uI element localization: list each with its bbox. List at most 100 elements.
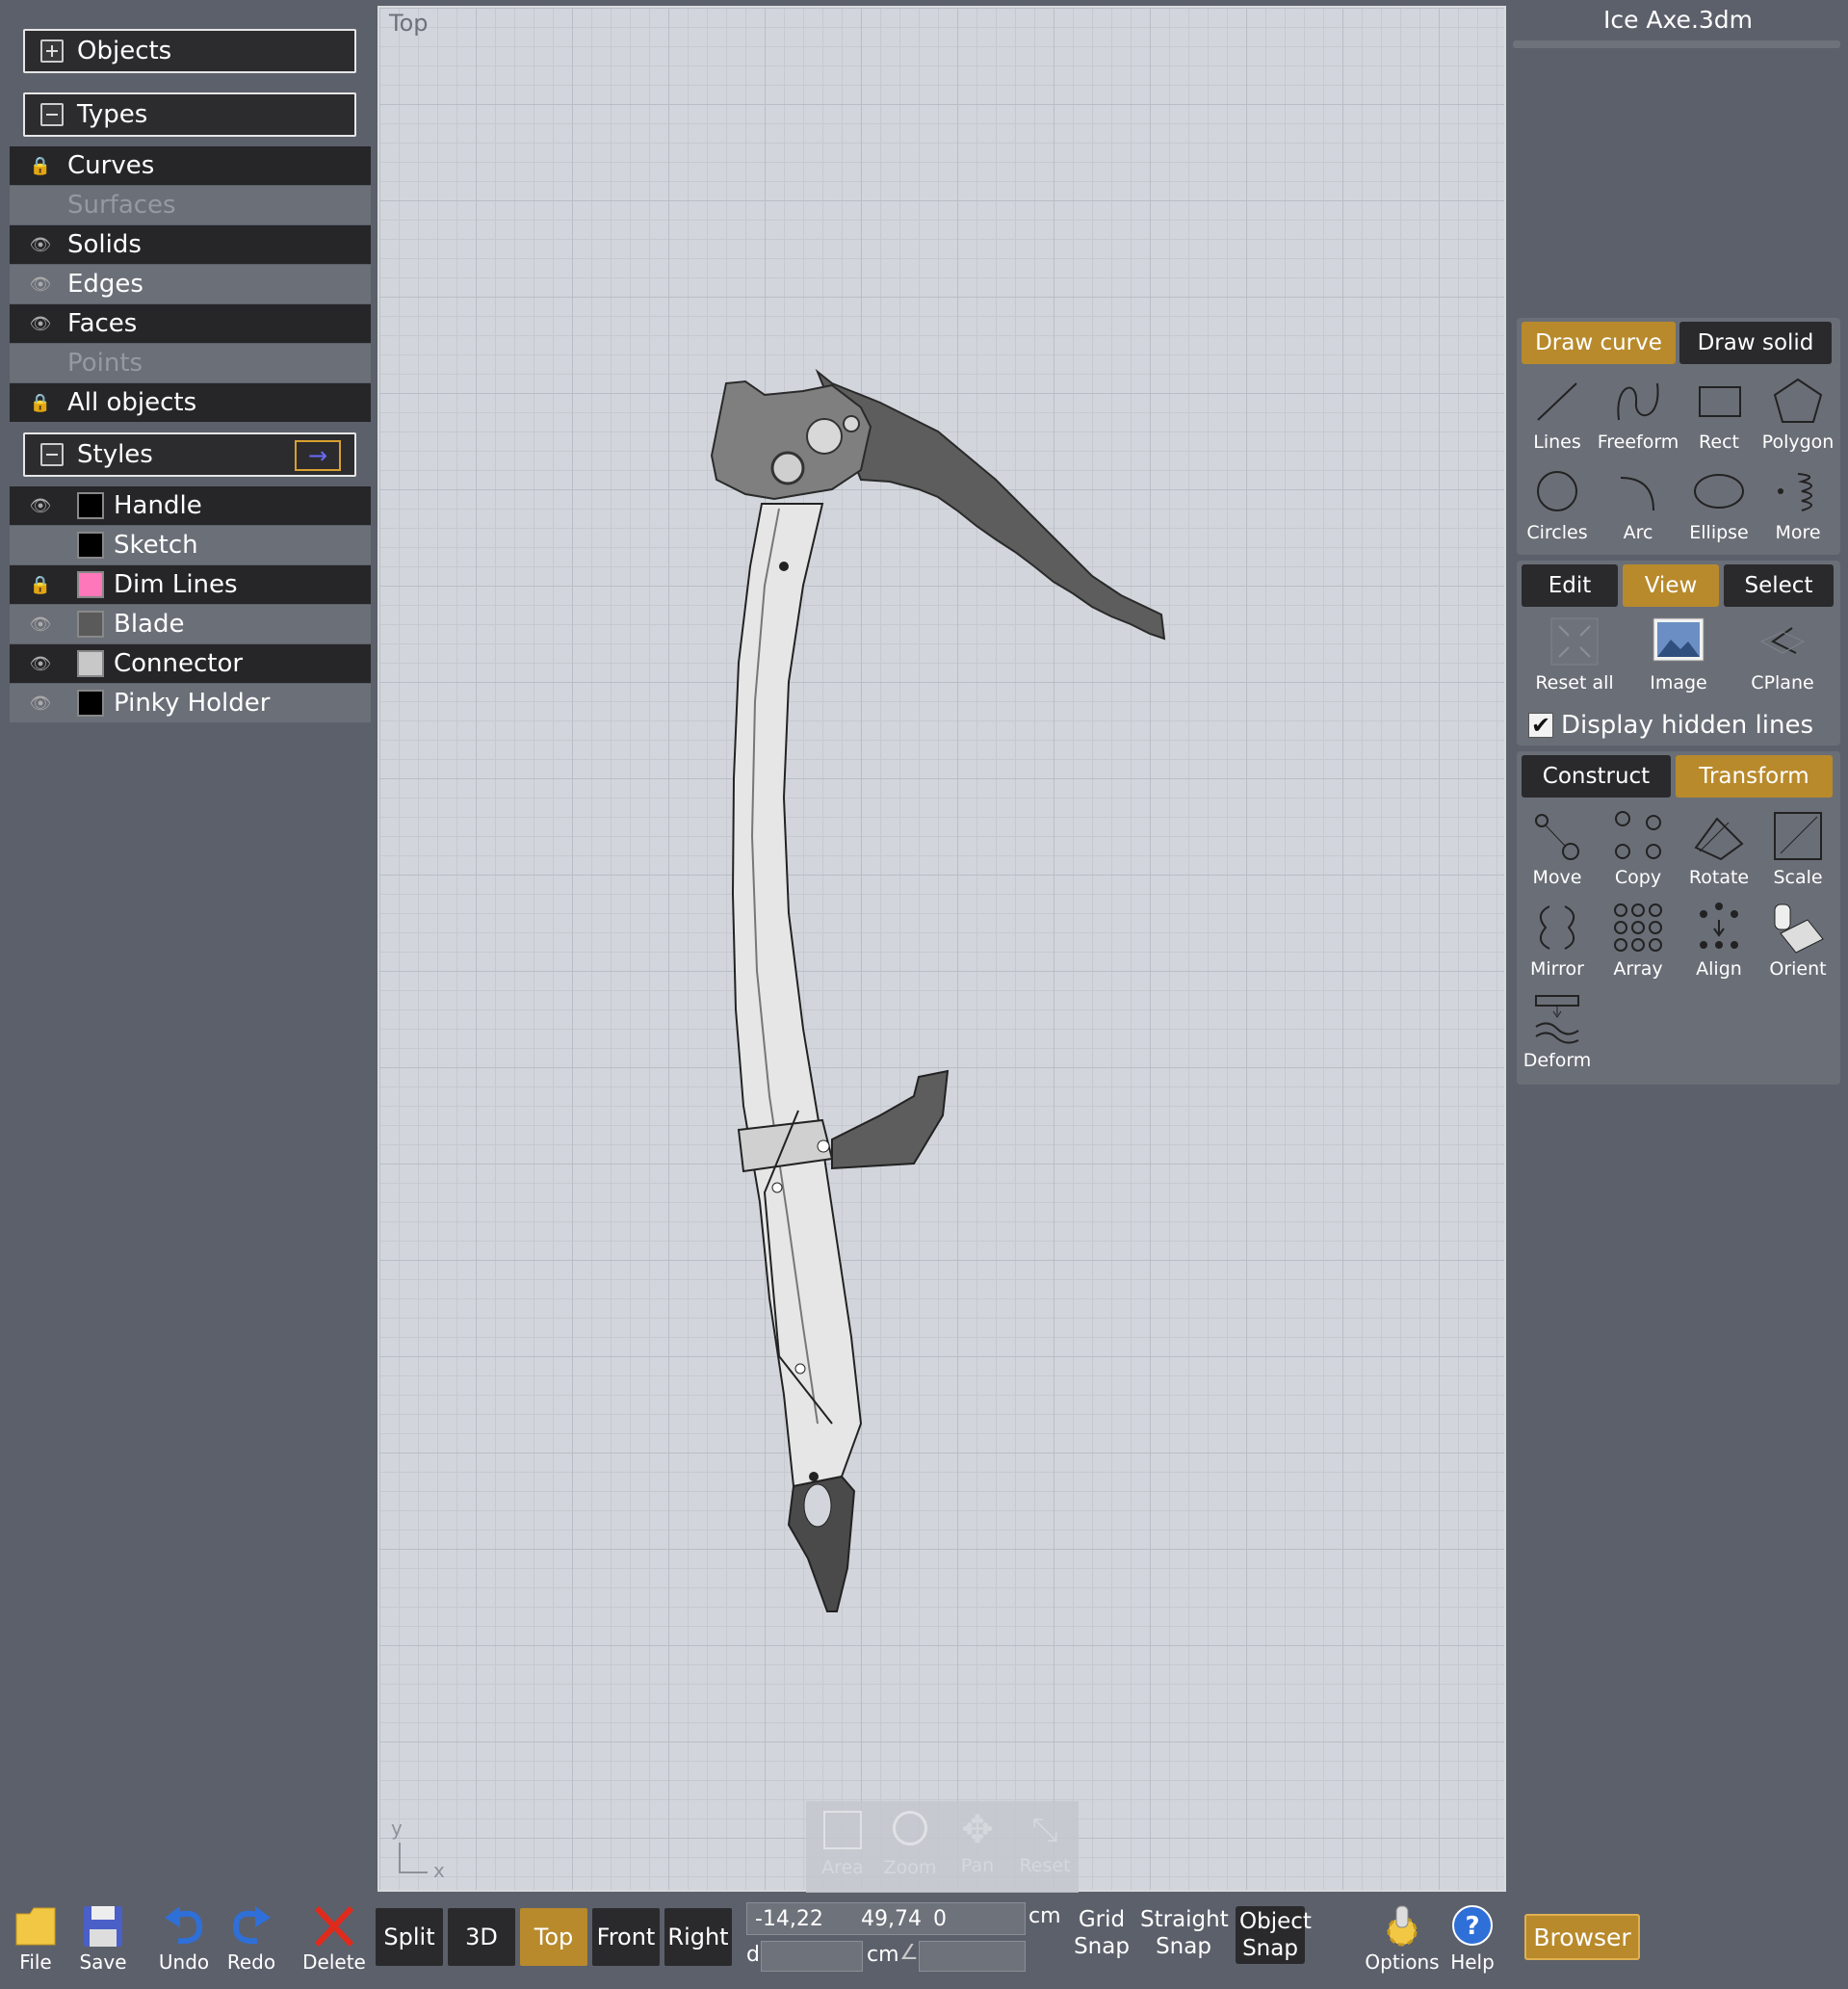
eye-icon[interactable]: 👁 (23, 689, 58, 718)
ellipse-tool[interactable]: Ellipse (1679, 464, 1759, 553)
object-snap-toggle[interactable]: Object Snap (1236, 1906, 1312, 1964)
reset-all-tool[interactable]: Reset all (1526, 615, 1623, 703)
rotate-tool[interactable]: Rotate (1679, 809, 1759, 898)
styles-header[interactable]: Styles → (23, 432, 356, 477)
orient-tool[interactable]: Orient (1757, 901, 1838, 989)
coordinate-readout[interactable]: -14,22 49,74 0 (746, 1902, 1026, 1935)
tab-edit[interactable]: Edit (1522, 564, 1618, 607)
polygon-tool[interactable]: Polygon (1757, 374, 1838, 462)
lock-icon[interactable]: 🔒 (23, 570, 58, 599)
eye-icon[interactable]: 👁 (23, 270, 58, 299)
type-item-edges[interactable]: 👁 Edges (10, 265, 371, 303)
tab-construct[interactable]: Construct (1522, 755, 1671, 798)
mirror-tool[interactable]: Mirror (1517, 901, 1598, 989)
color-swatch[interactable] (77, 611, 104, 638)
circles-tool[interactable]: Circles (1517, 464, 1598, 553)
undo-icon (165, 1906, 203, 1945)
file-button[interactable]: File (2, 1902, 69, 1974)
coord-y: 49,74 (861, 1906, 922, 1931)
expand-icon (40, 39, 64, 63)
deform-tool[interactable]: Deform (1517, 992, 1598, 1081)
view-right-button[interactable]: Right (664, 1908, 732, 1966)
svg-text:?: ? (1465, 1912, 1479, 1941)
straight-snap-toggle[interactable]: Straight Snap (1140, 1906, 1229, 1960)
display-hidden-lines-option[interactable]: ✔ Display hidden lines (1528, 711, 1813, 740)
objects-header[interactable]: Objects (23, 29, 356, 73)
type-item-solids[interactable]: 👁 Solids (10, 225, 371, 264)
angle-input[interactable] (919, 1941, 1026, 1972)
style-item-dim-lines[interactable]: 🔒 Dim Lines (10, 565, 371, 604)
checkbox-checked-icon[interactable]: ✔ (1528, 712, 1553, 739)
pan-button[interactable]: ✥ Pan (947, 1805, 1008, 1890)
distance-unit-label: cm (867, 1943, 899, 1967)
style-item-blade[interactable]: 👁 Blade (10, 605, 371, 643)
magnifier-icon (893, 1811, 927, 1845)
collapse-icon (40, 443, 64, 466)
eye-icon[interactable]: 👁 (23, 649, 58, 678)
save-button[interactable]: Save (69, 1902, 137, 1974)
angle-icon: ∠ (899, 1941, 919, 1965)
style-item-pinky-holder[interactable]: 👁 Pinky Holder (10, 684, 371, 722)
gear-icon (1387, 1905, 1418, 1947)
type-item-faces[interactable]: 👁 Faces (10, 304, 371, 343)
title-scrollbar[interactable] (1513, 40, 1840, 48)
style-item-sketch[interactable]: Sketch (10, 526, 371, 564)
redo-button[interactable]: Redo (218, 1902, 285, 1974)
type-item-points[interactable]: Points (10, 344, 371, 382)
browser-button[interactable]: Browser (1524, 1914, 1640, 1960)
arrow-right-icon[interactable]: → (295, 440, 341, 471)
color-swatch[interactable] (77, 690, 104, 717)
undo-button[interactable]: Undo (150, 1902, 218, 1974)
array-tool[interactable]: Array (1598, 901, 1679, 989)
cplane-tool[interactable]: CPlane (1734, 615, 1831, 703)
distance-input[interactable] (761, 1941, 863, 1972)
rotate-icon (1694, 817, 1744, 861)
view-front-button[interactable]: Front (592, 1908, 660, 1966)
rectangle-icon (1699, 386, 1741, 417)
style-item-connector[interactable]: 👁 Connector (10, 644, 371, 683)
align-tool[interactable]: Align (1679, 901, 1759, 989)
rect-tool[interactable]: Rect (1679, 374, 1759, 462)
color-swatch[interactable] (77, 650, 104, 677)
tab-view[interactable]: View (1623, 564, 1719, 607)
color-swatch[interactable] (77, 492, 104, 519)
type-item-all-objects[interactable]: 🔒 All objects (10, 383, 371, 422)
zoom-button[interactable]: Zoom (879, 1805, 941, 1890)
view-3d-button[interactable]: 3D (448, 1908, 515, 1966)
eye-icon[interactable]: 👁 (23, 309, 58, 338)
reset-view-button[interactable]: ⤡ Reset (1014, 1805, 1076, 1890)
more-tool[interactable]: More (1757, 464, 1838, 553)
lines-tool[interactable]: Lines (1517, 374, 1598, 462)
type-item-surfaces[interactable]: Surfaces (10, 186, 371, 224)
image-icon (1653, 617, 1705, 662)
style-item-handle[interactable]: 👁 Handle (10, 486, 371, 525)
grid-snap-toggle[interactable]: Grid Snap (1071, 1906, 1132, 1960)
copy-tool[interactable]: Copy (1598, 809, 1679, 898)
eye-icon[interactable]: 👁 (23, 230, 58, 259)
arc-tool[interactable]: Arc (1598, 464, 1679, 553)
move-tool[interactable]: Move (1517, 809, 1598, 898)
type-item-curves[interactable]: 🔒 Curves (10, 146, 371, 185)
ice-axe-model[interactable] (379, 8, 1508, 1894)
scale-tool[interactable]: Scale (1757, 809, 1838, 898)
tab-draw-solid[interactable]: Draw solid (1679, 322, 1832, 364)
freeform-tool[interactable]: Freeform (1598, 374, 1679, 462)
help-button[interactable]: ? Help (1439, 1902, 1506, 1974)
color-swatch[interactable] (77, 571, 104, 598)
options-button[interactable]: Options (1364, 1902, 1441, 1974)
color-swatch[interactable] (77, 532, 104, 559)
eye-icon[interactable]: 👁 (23, 491, 58, 520)
image-tool[interactable]: Image (1630, 615, 1727, 703)
delete-button[interactable]: Delete (299, 1902, 369, 1974)
tab-transform[interactable]: Transform (1676, 755, 1833, 798)
area-zoom-button[interactable]: Area (812, 1805, 873, 1890)
move-icon (1535, 814, 1579, 860)
tab-select[interactable]: Select (1724, 564, 1834, 607)
eye-icon[interactable]: 👁 (23, 610, 58, 639)
view-top-button[interactable]: Top (520, 1908, 587, 1966)
view-split-button[interactable]: Split (376, 1908, 443, 1966)
nav-toolbar: Area Zoom ✥ Pan ⤡ Reset (806, 1801, 1079, 1894)
tab-draw-curve[interactable]: Draw curve (1522, 322, 1676, 364)
viewport-top[interactable]: Top y x Area Zoom ✥ Pan ⤡ Reset (377, 6, 1508, 1894)
types-header[interactable]: Types (23, 92, 356, 137)
